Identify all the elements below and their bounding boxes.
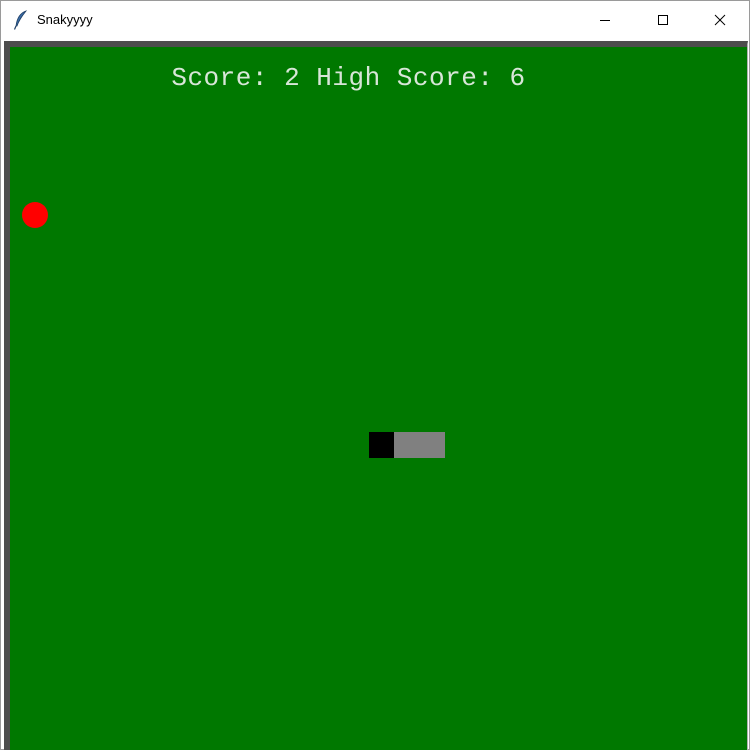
- snake-body-segment: [419, 432, 445, 458]
- high-score-value: 6: [509, 63, 526, 93]
- snake-body-segment: [394, 432, 420, 458]
- snake-head: [369, 432, 394, 458]
- score-display: Score: 2 High Score: 6: [0, 62, 717, 94]
- food-apple: [22, 202, 48, 228]
- high-score-label: High Score:: [316, 63, 494, 93]
- close-button[interactable]: [691, 1, 749, 39]
- score-value: 2: [284, 63, 301, 93]
- app-window: Snakyyyy Score: 2 High Score: 6: [0, 0, 750, 750]
- maximize-icon: [658, 15, 668, 25]
- game-canvas[interactable]: Score: 2 High Score: 6: [10, 47, 747, 750]
- minimize-icon: [600, 20, 610, 21]
- maximize-button[interactable]: [634, 1, 692, 39]
- title-bar[interactable]: Snakyyyy: [1, 1, 749, 39]
- feather-icon: [13, 10, 29, 30]
- close-icon: [714, 14, 726, 26]
- minimize-button[interactable]: [576, 1, 634, 39]
- score-label: Score:: [171, 63, 268, 93]
- window-title: Snakyyyy: [37, 12, 93, 27]
- game-canvas-frame: Score: 2 High Score: 6: [4, 41, 748, 750]
